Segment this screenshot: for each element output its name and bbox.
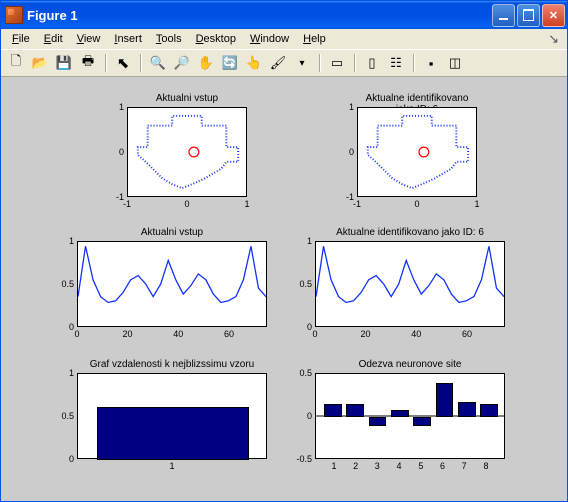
data-cursor-icon[interactable]: 👆 <box>243 52 265 74</box>
pan-icon[interactable]: ✋ <box>195 52 217 74</box>
axes-6-title: Odezva neuronove site <box>315 359 505 370</box>
menu-file[interactable]: File <box>5 31 37 47</box>
new-figure-icon[interactable]: 🗋 <box>5 52 27 74</box>
bar <box>436 383 454 417</box>
menu-edit[interactable]: Edit <box>37 31 70 47</box>
menu-view[interactable]: View <box>70 31 108 47</box>
legend-icon[interactable]: ☷ <box>385 52 407 74</box>
axes-3[interactable]: Aktualni vstup 0 0.5 1 0 20 40 60 <box>77 241 267 327</box>
dock-arrow-icon[interactable]: ↘ <box>548 31 563 47</box>
rotate-3d-icon[interactable]: 🔄 <box>219 52 241 74</box>
hide-tools-icon[interactable]: ▪ <box>420 52 442 74</box>
matlab-icon <box>5 6 23 24</box>
axes-6[interactable]: Odezva neuronove site -0.5 0 0.5 1 2 3 4… <box>315 373 505 459</box>
figure-window: Figure 1 File Edit View Insert Tools Des… <box>0 0 568 502</box>
axes-1-title: Aktualni vstup <box>127 93 247 104</box>
save-icon[interactable]: 💾 <box>53 52 75 74</box>
bar <box>413 417 431 426</box>
minimize-button[interactable] <box>492 4 515 27</box>
colorbar-icon[interactable]: ▭ <box>326 52 348 74</box>
bar <box>480 404 498 417</box>
menubar: File Edit View Insert Tools Desktop Wind… <box>1 29 567 49</box>
open-file-icon[interactable]: 📂 <box>29 52 51 74</box>
axes-1[interactable]: Aktualni vstup -1 0 1 -1 0 1 <box>127 107 247 197</box>
close-button[interactable] <box>542 4 565 27</box>
show-tools-icon[interactable]: ◫ <box>444 52 466 74</box>
maximize-button[interactable] <box>517 4 540 27</box>
axes-5[interactable]: Graf vzdalenosti k nejblizssimu vzoru 0 … <box>77 373 267 459</box>
bar <box>391 410 409 417</box>
bar <box>458 402 476 417</box>
axes-2[interactable]: Aktualne identifikovano jako ID: 6 -1 0 … <box>357 107 477 197</box>
menu-help[interactable]: Help <box>296 31 333 47</box>
bar <box>346 404 364 417</box>
axes-4-title: Aktualne identifikovano jako ID: 6 <box>315 227 505 238</box>
zoom-out-icon[interactable]: 🔎 <box>171 52 193 74</box>
axes-5-title: Graf vzdalenosti k nejblizssimu vzoru <box>77 359 267 370</box>
print-icon[interactable]: 🖶 <box>77 52 99 74</box>
brush-icon[interactable]: 🖌 <box>267 52 289 74</box>
bar <box>369 417 387 426</box>
zoom-in-icon[interactable]: 🔍 <box>147 52 169 74</box>
bar <box>97 407 249 460</box>
titlebar[interactable]: Figure 1 <box>1 1 567 29</box>
menu-desktop[interactable]: Desktop <box>189 31 243 47</box>
insert-colorbar-icon[interactable]: ▯ <box>361 52 383 74</box>
figure-canvas[interactable]: Aktualni vstup -1 0 1 -1 0 1 Aktualne id… <box>1 77 567 501</box>
axes-3-title: Aktualni vstup <box>77 227 267 238</box>
pointer-icon[interactable]: ⬉ <box>112 52 134 74</box>
window-title: Figure 1 <box>27 8 492 23</box>
toolbar: 🗋 📂 💾 🖶 ⬉ 🔍 🔎 ✋ 🔄 👆 🖌 ▾ ▭ ▯ ☷ ▪ ◫ <box>1 49 567 77</box>
menu-insert[interactable]: Insert <box>107 31 149 47</box>
link-icon[interactable]: ▾ <box>291 52 313 74</box>
bar <box>324 404 342 417</box>
menu-window[interactable]: Window <box>243 31 296 47</box>
menu-tools[interactable]: Tools <box>149 31 189 47</box>
axes-4[interactable]: Aktualne identifikovano jako ID: 6 0 0.5… <box>315 241 505 327</box>
